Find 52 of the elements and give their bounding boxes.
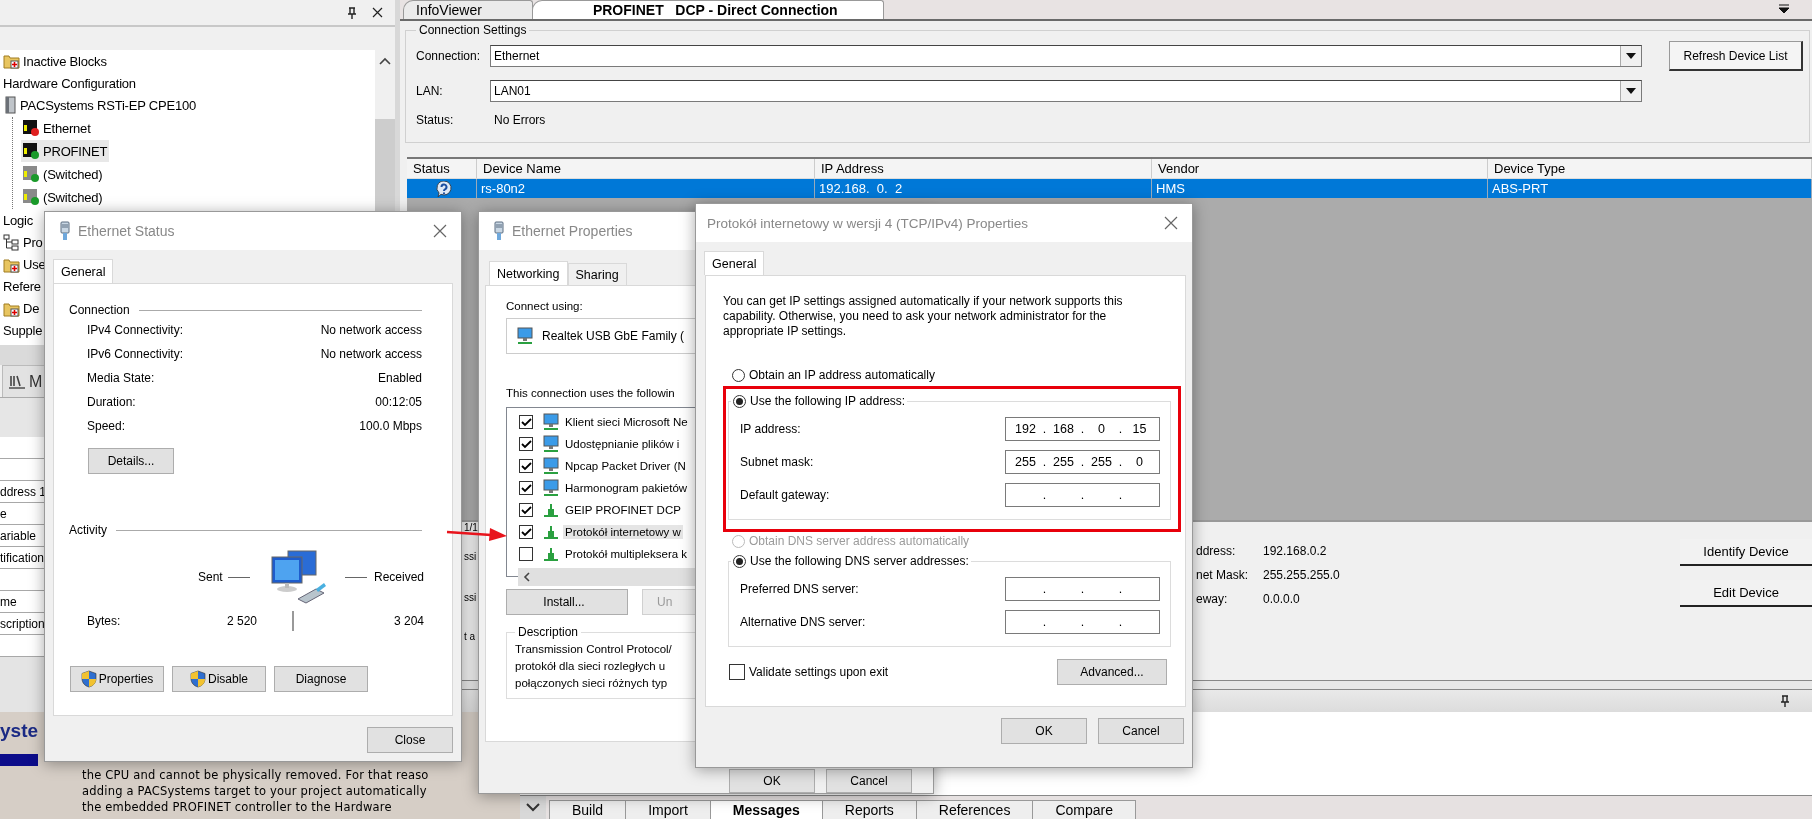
- window-title: Ethernet Status: [78, 223, 175, 239]
- field-label: LAN:: [416, 84, 444, 98]
- field-label: Connection:: [416, 49, 482, 63]
- checkbox-label: Validate settings upon exit: [749, 665, 889, 679]
- help-heading: yste: [0, 720, 39, 743]
- field-label: Default gateway:: [740, 487, 830, 502]
- field-label: Connect using:: [506, 300, 583, 312]
- info-label: IPv4 Connectivity:: [87, 323, 184, 337]
- detail-label: ddress:: [1196, 544, 1237, 558]
- message-text: t a: [464, 631, 477, 643]
- field-label: Status:: [416, 113, 455, 127]
- info-value: 2 520: [226, 614, 257, 628]
- info-label: Media State:: [87, 371, 155, 385]
- window-title: Ethernet Properties: [512, 223, 633, 239]
- info-label: Duration:: [87, 395, 136, 409]
- radio-label: Use the following DNS server addresses:: [750, 554, 969, 568]
- radio-label: Obtain DNS server address automatically: [749, 534, 970, 548]
- message-text: ssi: [464, 592, 478, 604]
- section-heading: Activity: [69, 523, 107, 537]
- detail-label: eway:: [1196, 592, 1229, 606]
- radio-label: Use the following IP address:: [750, 394, 906, 408]
- detail-label: net Mask:: [1196, 568, 1250, 582]
- description-text: Transmission Control Protocol/ protokół dla sieci rozległych u połączonych sieci różnych typ: [515, 642, 672, 691]
- info-value: Enabled: [377, 371, 422, 385]
- info-value: No network access: [320, 347, 422, 361]
- activity-label: Sent: [198, 570, 223, 584]
- info-value: 3 204: [393, 614, 424, 628]
- info-label: IPv6 Connectivity:: [87, 347, 184, 361]
- field-label: Preferred DNS server:: [740, 581, 859, 596]
- message-text: 1/1: [464, 522, 479, 534]
- group-title: Description: [517, 625, 580, 639]
- detail-value: 0.0.0.0: [1263, 592, 1301, 606]
- window-title: Protokół internetowy w wersji 4 (TCP/IPv4) Properties: [707, 215, 1029, 231]
- info-value: 100.0 Mbps: [359, 419, 422, 433]
- radio-label: Obtain an IP address automatically: [749, 368, 935, 382]
- status-value: No Errors: [493, 113, 547, 127]
- info-label: Speed:: [87, 419, 126, 433]
- section-heading: Connection: [69, 303, 130, 317]
- field-label: Alternative DNS server:: [740, 614, 866, 629]
- info-value: 00:12:05: [375, 395, 422, 409]
- detail-value: 192.168.0.2: [1263, 544, 1328, 558]
- info-label: Bytes:: [86, 614, 122, 628]
- help-paragraph: the CPU and cannot be physically removed. For that reaso adding a PACSystems target to your project automatically the embedded PROFINET controller to the Hardware: [82, 767, 430, 815]
- message-text: ssi: [464, 551, 478, 563]
- field-label: This connection uses the followin: [506, 387, 675, 399]
- group-title: Connection Settings: [418, 23, 528, 37]
- info-value: No network access: [320, 323, 422, 337]
- activity-label: Received: [373, 570, 424, 584]
- detail-value: 255.255.255.0: [1263, 568, 1340, 582]
- field-label: IP address:: [740, 421, 801, 436]
- field-label: Subnet mask:: [740, 454, 814, 469]
- intro-text: You can get IP settings assigned automatically if your network supports this capability. Otherwise, you need to ask your network administrator for the appropriate IP settings.: [723, 294, 1124, 339]
